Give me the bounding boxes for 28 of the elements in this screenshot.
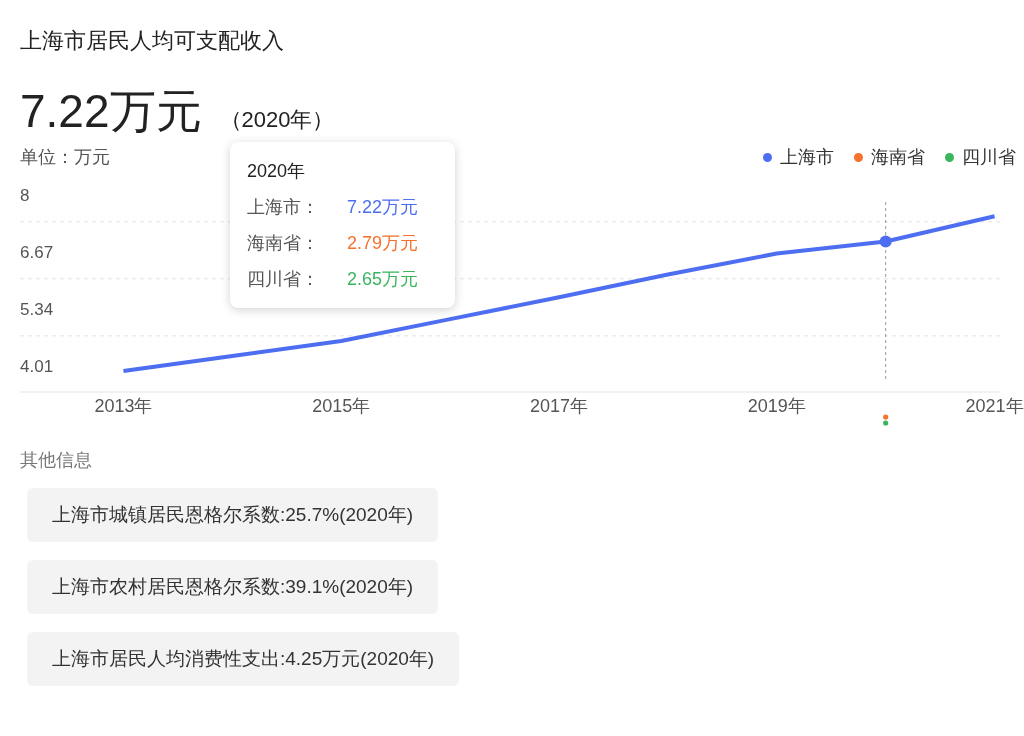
tooltip-label: 海南省： [247, 232, 320, 254]
info-chip: 上海市居民人均消费性支出:4.25万元(2020年) [27, 632, 460, 686]
tooltip-value: 7.22万元 [347, 196, 419, 218]
page-title: 上海市居民人均可支配收入 [20, 27, 284, 55]
legend-label: 海南省 [871, 146, 925, 169]
tooltip-title: 2020年 [247, 160, 307, 182]
x-axis-label: 2017年 [530, 396, 588, 416]
section-title: 其他信息 [20, 449, 92, 472]
tooltip-label: 四川省： [247, 268, 320, 290]
info-chip: 上海市城镇居民恩格尔系数:25.7%(2020年) [27, 488, 439, 542]
legend-label: 上海市 [780, 146, 834, 169]
x-axis-label: 2021年 [965, 396, 1024, 416]
info-chip: 上海市农村居民恩格尔系数:39.1%(2020年) [27, 560, 439, 614]
data-point [879, 235, 892, 248]
y-axis-label: 6.67 [20, 242, 54, 262]
tooltip-value: 2.65万元 [347, 268, 419, 290]
tooltip-label: 上海市： [247, 196, 320, 218]
headline-value: 7.22万元 [20, 84, 202, 138]
y-axis-label: 4.01 [20, 356, 54, 376]
x-axis-label: 2019年 [747, 396, 806, 416]
x-axis-label: 2015年 [312, 396, 371, 416]
unit-label: 单位：万元 [20, 146, 110, 169]
x-axis-label: 2013年 [94, 396, 153, 416]
y-axis-label: 8 [20, 185, 30, 205]
headline-year: （2020年） [219, 106, 335, 134]
tooltip-value: 2.79万元 [347, 232, 419, 254]
y-axis-label: 5.34 [20, 299, 54, 319]
legend-label: 四川省 [962, 146, 1016, 169]
